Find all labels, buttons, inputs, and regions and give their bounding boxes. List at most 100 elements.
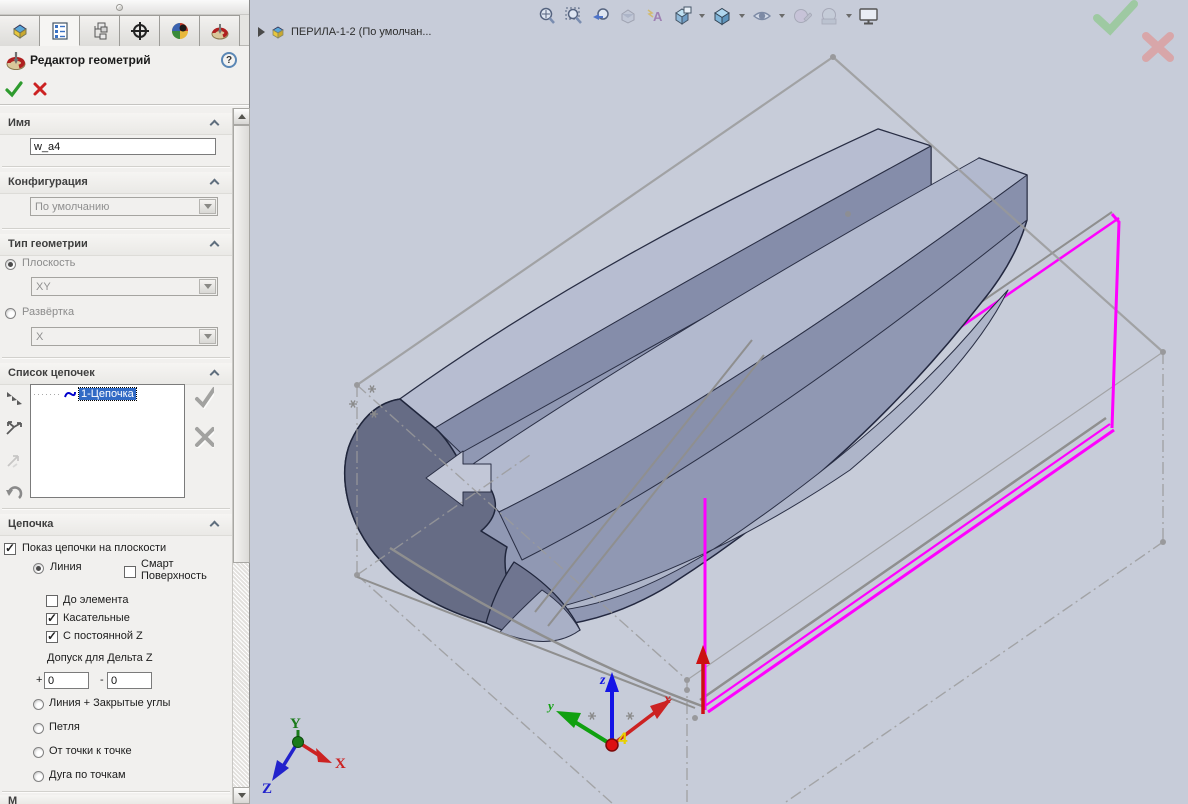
delta-z-minus-input[interactable]	[107, 672, 152, 689]
unfold-radio[interactable]	[5, 308, 16, 319]
view-orientation-icon	[675, 6, 692, 25]
reorder-chains-button[interactable]	[3, 386, 25, 408]
section-header-name[interactable]: Имя	[0, 113, 232, 135]
tab-configuration-manager[interactable]	[80, 15, 120, 46]
expand-arrow-icon[interactable]	[258, 27, 265, 37]
heads-up-toolbar: A	[536, 5, 880, 27]
section-view-button[interactable]	[617, 5, 639, 27]
panel-scrollbar[interactable]	[232, 108, 250, 804]
view-orientation-dropdown[interactable]	[698, 5, 706, 27]
configuration-dropdown[interactable]: По умолчанию	[30, 197, 218, 216]
panel-tab-bar	[0, 15, 249, 46]
configuration-tree-icon	[94, 22, 107, 40]
coordinate-system-number: 4	[618, 729, 628, 748]
svg-text:A: A	[653, 9, 663, 24]
apply-scene-button[interactable]	[818, 5, 840, 27]
plane-radio[interactable]	[5, 259, 16, 270]
collapse-chevron-icon[interactable]	[209, 178, 220, 189]
section-header-partial[interactable]: М	[0, 795, 232, 804]
help-button[interactable]: ?	[221, 52, 237, 68]
collapse-chevron-icon[interactable]	[209, 369, 220, 380]
section-header-configuration[interactable]: Конфигурация	[0, 172, 232, 194]
ok-button[interactable]	[4, 79, 24, 99]
divider	[2, 508, 230, 510]
divider	[2, 791, 230, 793]
loop-radio[interactable]	[33, 723, 44, 734]
divider	[2, 166, 230, 168]
feature-tree-flyout[interactable]: ПЕРИЛА-1-2 (По умолчан...	[258, 24, 432, 40]
view-settings-button[interactable]	[858, 5, 880, 27]
graphics-viewport[interactable]: z y x 4 Y X Z ПЕРИЛА-1-2 (По умолчан... …	[250, 0, 1188, 804]
previous-view-icon	[593, 8, 609, 20]
undo-chain-button[interactable]	[3, 482, 25, 504]
show-chain-checkbox[interactable]	[4, 541, 16, 555]
section-header-chain-list[interactable]: Список цепочек	[0, 363, 232, 385]
ref-z-label: Z	[262, 781, 272, 797]
target-crosshair-icon	[130, 22, 149, 40]
collapse-chevron-icon[interactable]	[209, 119, 220, 130]
to-element-checkbox[interactable]	[46, 595, 58, 607]
chain-list-item[interactable]: ······· 1-Цепочка	[31, 385, 184, 401]
view-orientation-button[interactable]	[671, 5, 693, 27]
line-closed-corners-radio[interactable]	[33, 699, 44, 710]
panel-actions	[0, 76, 249, 104]
arc-by-points-radio[interactable]	[33, 771, 44, 782]
cancel-button[interactable]	[31, 80, 49, 98]
edit-appearance-button[interactable]	[791, 5, 813, 27]
collapse-chevron-icon[interactable]	[209, 240, 220, 251]
collapse-chevron-icon[interactable]	[209, 520, 220, 531]
previous-view-button[interactable]	[590, 5, 612, 27]
dropdown-arrow-icon[interactable]	[199, 279, 216, 294]
tab-appearances[interactable]	[160, 15, 200, 46]
appearance-sphere-icon	[171, 23, 188, 39]
section-header-chain[interactable]: Цепочка	[0, 514, 232, 536]
panel-header: Редактор геометрий ?	[0, 46, 249, 76]
delta-z-plus-input[interactable]	[44, 672, 89, 689]
tangents-checkbox[interactable]	[46, 611, 58, 625]
accept-chain-button[interactable]	[192, 386, 214, 409]
dropdown-arrow-icon[interactable]	[199, 199, 216, 214]
line-mode-radio[interactable]	[33, 563, 44, 574]
property-list-icon	[51, 21, 68, 40]
name-input[interactable]	[30, 138, 216, 155]
display-style-dropdown[interactable]	[738, 5, 746, 27]
divider	[2, 357, 230, 359]
delete-chain-button[interactable]	[192, 426, 214, 449]
section-header-geometry-type[interactable]: Тип геометрии	[0, 234, 232, 256]
zoom-area-icon	[565, 7, 582, 24]
ref-x-label: X	[335, 756, 346, 772]
hide-show-items-button[interactable]	[751, 5, 773, 27]
ref-y-label: Y	[290, 716, 301, 732]
constant-z-checkbox[interactable]	[46, 629, 58, 643]
split-chain-button[interactable]	[3, 417, 25, 439]
tab-feature-manager[interactable]	[0, 15, 40, 46]
panel-title: Редактор геометрий	[30, 53, 151, 67]
annotation-views-button[interactable]: A	[644, 5, 666, 27]
unfold-axis-dropdown[interactable]: X	[31, 327, 218, 346]
zoom-fit-button[interactable]	[536, 5, 558, 27]
tree-connector: ·······	[33, 389, 61, 399]
apply-scene-dropdown[interactable]	[845, 5, 853, 27]
tab-property-manager[interactable]	[40, 15, 80, 46]
chain-curve-icon	[64, 391, 76, 398]
scroll-down-button[interactable]	[233, 787, 250, 804]
redirect-chain-button[interactable]	[3, 449, 25, 471]
part-icon	[12, 24, 27, 39]
plane-axis-dropdown[interactable]: XY	[31, 277, 218, 296]
dropdown-arrow-icon[interactable]	[199, 329, 216, 344]
divider	[0, 104, 249, 106]
tab-dimxpert[interactable]	[120, 15, 160, 46]
scroll-up-button[interactable]	[233, 108, 250, 125]
cad-application: Редактор геометрий ? Имя Конфигурация	[0, 0, 1188, 804]
hide-show-dropdown[interactable]	[778, 5, 786, 27]
display-style-button[interactable]	[711, 5, 733, 27]
addin-tool-icon	[211, 24, 228, 40]
chain-listbox[interactable]: ······· 1-Цепочка	[30, 384, 185, 498]
smart-surface-checkbox[interactable]	[124, 566, 136, 578]
point-to-point-radio[interactable]	[33, 747, 44, 758]
zoom-area-button[interactable]	[563, 5, 585, 27]
scrollbar-thumb[interactable]	[233, 125, 250, 563]
feature-tree-item-label: ПЕРИЛА-1-2 (По умолчан...	[291, 26, 432, 38]
tab-geometry-editor-addin[interactable]	[200, 15, 240, 46]
panel-splitter[interactable]	[0, 0, 249, 15]
